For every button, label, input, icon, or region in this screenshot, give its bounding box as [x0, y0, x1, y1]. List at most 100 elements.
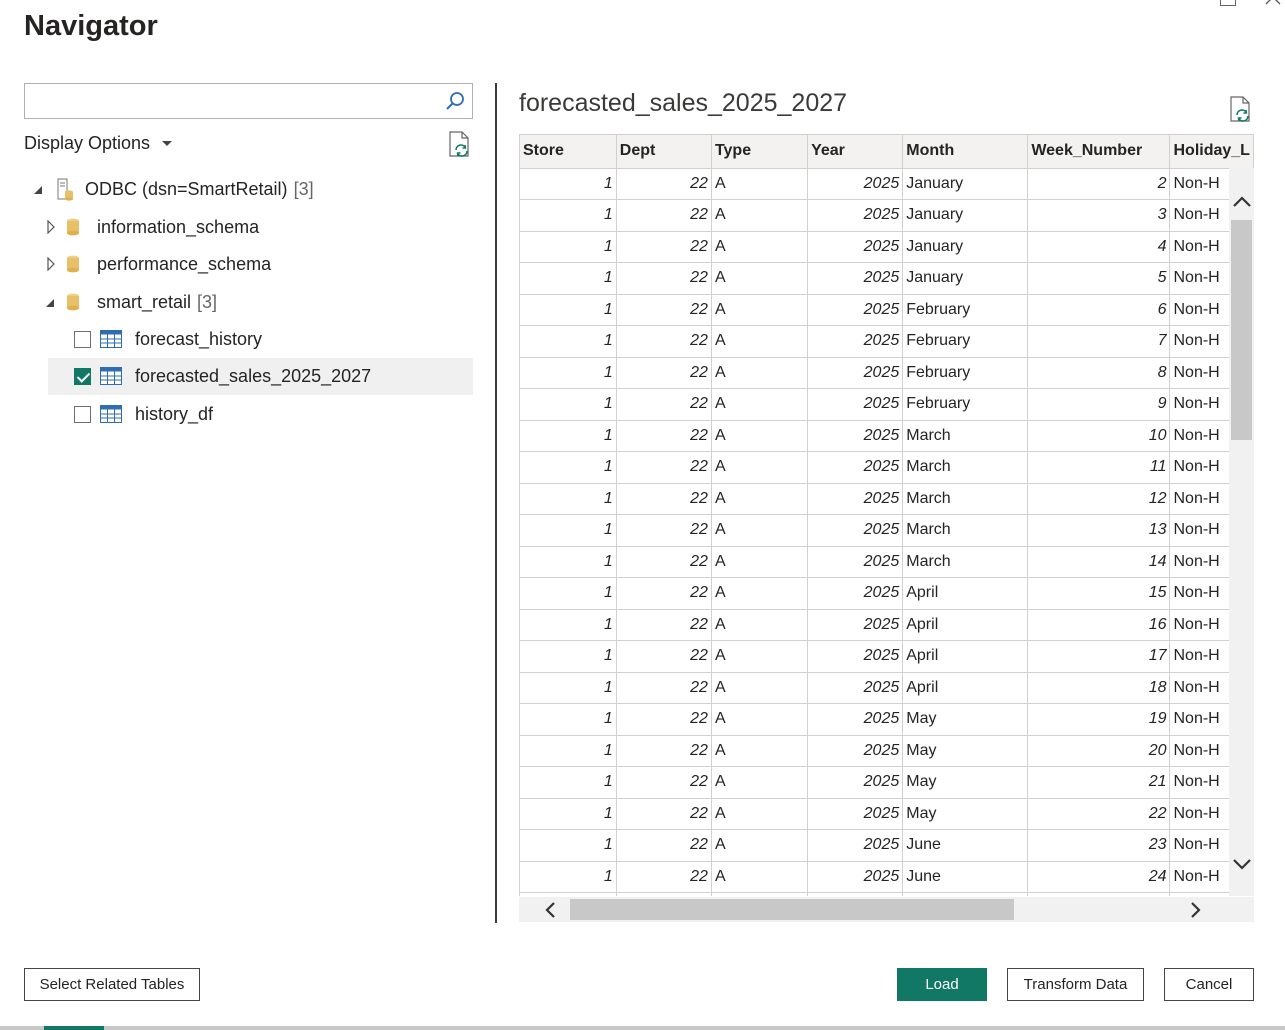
table-cell: January: [902, 199, 1029, 232]
table-icon: [100, 367, 122, 385]
table-cell: 22: [616, 861, 712, 893]
table-row[interactable]: 1 22 A 2025 April 15 Non-H: [520, 577, 1254, 610]
table-row[interactable]: 1 22 A 2025 May 20 Non-H: [520, 735, 1254, 767]
table-row[interactable]: 1 22 A 2025 January 5 Non-H: [520, 262, 1254, 295]
table-cell: March: [902, 420, 1029, 452]
search-box[interactable]: [24, 83, 473, 119]
table-row[interactable]: 1 22 A 2025 April 17 Non-H: [520, 640, 1254, 673]
column-header[interactable]: Holiday_L: [1169, 135, 1254, 169]
table-cell: 22: [616, 672, 712, 704]
table-row[interactable]: 1 22 A 2025 April 16 Non-H: [520, 609, 1254, 641]
collapse-arrow-icon[interactable]: [43, 296, 57, 310]
table-cell: 1: [520, 672, 617, 704]
table-row[interactable]: 1 22 A 2025 March 13 Non-H: [520, 514, 1254, 547]
table-cell: 22: [616, 703, 712, 736]
tree-node-smart-retail[interactable]: smart_retail [3]: [24, 284, 473, 321]
table-cell: 1: [520, 325, 617, 358]
table-cell: 2025: [807, 861, 904, 893]
table-cell: March: [902, 514, 1029, 547]
table-cell: 11: [1027, 451, 1171, 484]
table-cell: 2025: [807, 357, 904, 389]
column-header[interactable]: Store: [520, 135, 617, 169]
display-options-label: Display Options: [24, 133, 151, 153]
cancel-button[interactable]: Cancel: [1164, 968, 1254, 1001]
table-row[interactable]: 1 22 A 2025 March 12 Non-H: [520, 483, 1254, 515]
table-cell: A: [711, 199, 809, 232]
table-cell: 20: [1027, 735, 1171, 767]
table-cell: April: [902, 640, 1029, 673]
table-row[interactable]: 1 22 A 2025 February 9 Non-H: [520, 388, 1254, 421]
table-row[interactable]: 1 22 A 2025 February 6 Non-H: [520, 294, 1254, 326]
search-input[interactable]: [25, 84, 435, 118]
transform-data-button[interactable]: Transform Data: [1007, 968, 1144, 1001]
table-cell: 1: [520, 420, 617, 452]
horizontal-scroll-thumb[interactable]: [570, 899, 1014, 920]
table-row[interactable]: 1 22 A 2025 January 2 Non-H: [520, 168, 1254, 200]
table-row[interactable]: 1 22 A 2025 February 8 Non-H: [520, 357, 1254, 389]
table-cell: 2025: [807, 514, 904, 547]
tree-node-history-df[interactable]: history_df: [48, 396, 473, 433]
table-cell: 22: [616, 577, 712, 610]
refresh-icon[interactable]: [1228, 96, 1252, 124]
table-cell: A: [711, 325, 809, 358]
table-icon: [100, 405, 122, 423]
column-header[interactable]: Type: [711, 135, 809, 169]
table-cell: A: [711, 546, 809, 578]
table-row[interactable]: 1 22 A 2025 February 7 Non-H: [520, 325, 1254, 358]
forecast-history-checkbox[interactable]: [74, 331, 91, 348]
table-row[interactable]: 1 22 A 2025 January 4 Non-H: [520, 231, 1254, 263]
table-cell: 2025: [807, 766, 904, 799]
table-row[interactable]: 1 22 A 2025 March 11 Non-H: [520, 451, 1254, 484]
table-row[interactable]: 1 22 A 2025 May 22 Non-H: [520, 798, 1254, 830]
table-cell: 22: [616, 168, 712, 200]
column-header[interactable]: Week_Number: [1027, 135, 1171, 169]
data-preview-grid[interactable]: Store Dept Type Year Month Week_Number Holiday…: [519, 134, 1254, 896]
vertical-scroll-thumb[interactable]: [1231, 220, 1252, 440]
table-cell: 4: [1027, 231, 1171, 263]
chevron-right-icon[interactable]: [1189, 902, 1203, 918]
search-icon[interactable]: [444, 90, 466, 112]
table-cell: 22: [616, 640, 712, 673]
pane-divider[interactable]: [495, 83, 497, 923]
table-cell: 13: [1027, 514, 1171, 547]
table-row[interactable]: 1 22 A 2025 May 21 Non-H: [520, 766, 1254, 799]
display-options-dropdown[interactable]: Display Options: [24, 133, 173, 154]
table-row[interactable]: [520, 892, 1254, 896]
tree-node-performance-schema[interactable]: performance_schema: [24, 246, 473, 283]
forecasted-sales-checkbox[interactable]: [74, 368, 91, 385]
history-df-checkbox[interactable]: [74, 406, 91, 423]
column-header[interactable]: Dept: [616, 135, 712, 169]
refresh-icon[interactable]: [447, 131, 471, 159]
table-row[interactable]: 1 22 A 2025 May 19 Non-H: [520, 703, 1254, 736]
table-row[interactable]: 1 22 A 2025 April 18 Non-H: [520, 672, 1254, 704]
column-header[interactable]: Year: [807, 135, 904, 169]
collapse-arrow-icon[interactable]: [31, 183, 45, 197]
table-cell: February: [902, 357, 1029, 389]
maximize-icon[interactable]: [1220, 0, 1236, 6]
table-cell: 1: [520, 703, 617, 736]
chevron-left-icon[interactable]: [543, 902, 557, 918]
tree-node-forecast-history[interactable]: forecast_history: [48, 321, 473, 358]
chevron-down-icon[interactable]: [1232, 858, 1252, 872]
tree-node-odbc[interactable]: ODBC (dsn=SmartRetail) [3]: [24, 171, 473, 208]
table-cell: 1: [520, 766, 617, 799]
column-header[interactable]: Month: [902, 135, 1029, 169]
load-button[interactable]: Load: [897, 968, 987, 1001]
table-row[interactable]: 1 22 A 2025 June 24 Non-H: [520, 861, 1254, 893]
tree-node-information-schema[interactable]: information_schema: [24, 209, 473, 246]
table-row[interactable]: 1 22 A 2025 June 23 Non-H: [520, 829, 1254, 862]
select-related-tables-button[interactable]: Select Related Tables: [24, 968, 200, 1001]
chevron-up-icon[interactable]: [1232, 194, 1252, 208]
table-cell: 2025: [807, 609, 904, 641]
vertical-scrollbar[interactable]: [1229, 168, 1254, 896]
tree-node-forecasted-sales[interactable]: forecasted_sales_2025_2027: [48, 358, 473, 395]
tree-node-label: information_schema: [97, 217, 260, 237]
table-row[interactable]: 1 22 A 2025 March 14 Non-H: [520, 546, 1254, 578]
expand-arrow-icon[interactable]: [44, 220, 58, 234]
table-row[interactable]: 1 22 A 2025 January 3 Non-H: [520, 199, 1254, 232]
table-row[interactable]: 1 22 A 2025 March 10 Non-H: [520, 420, 1254, 452]
close-icon[interactable]: [1262, 0, 1284, 8]
expand-arrow-icon[interactable]: [44, 257, 58, 271]
table-cell: 1: [520, 861, 617, 893]
horizontal-scrollbar[interactable]: [519, 897, 1254, 922]
